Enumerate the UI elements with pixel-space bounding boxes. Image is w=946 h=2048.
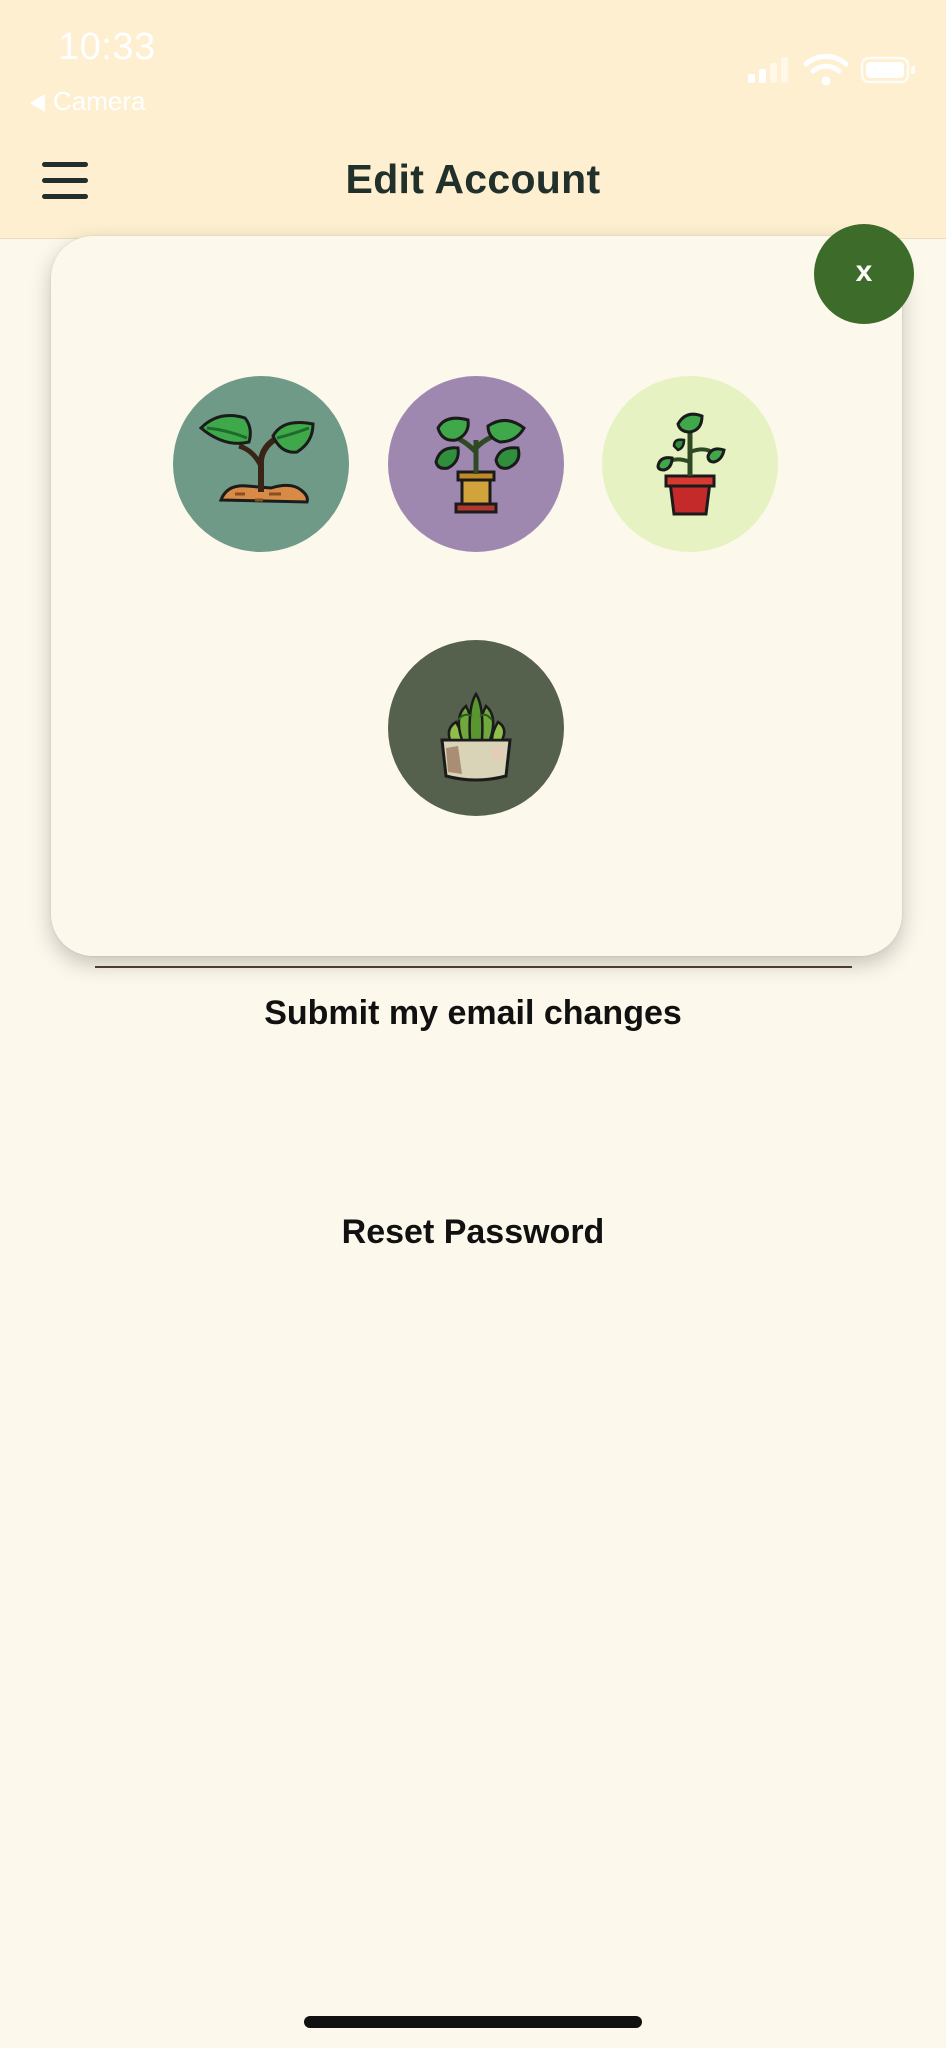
back-arrow-icon — [30, 94, 45, 113]
status-time: 10:33 — [58, 26, 156, 68]
page-title: Edit Account — [345, 156, 601, 202]
avatar-picker-modal — [51, 236, 902, 956]
succulent-pot-icon — [440, 691, 512, 782]
back-to-camera-link[interactable]: Camera — [30, 86, 145, 117]
app-header: 10:33 Camera Edit Account — [0, 0, 946, 239]
reset-password-button[interactable]: Reset Password — [0, 1213, 946, 1252]
submit-email-changes-button[interactable]: Submit my email changes — [0, 994, 946, 1033]
status-icons — [748, 52, 918, 88]
cellular-signal-icon — [748, 57, 788, 83]
back-label: Camera — [53, 86, 146, 116]
close-modal-button[interactable]: x — [814, 224, 914, 324]
avatar-option-succulent[interactable] — [388, 640, 564, 816]
sprout-in-soil-icon — [198, 414, 315, 504]
avatar-option-red-pot[interactable] — [602, 376, 778, 552]
red-pot-plant-icon — [656, 412, 726, 516]
avatar-option-sprout[interactable] — [173, 376, 349, 552]
avatar-option-leafy-plant[interactable] — [388, 376, 564, 552]
email-field-underline — [95, 966, 852, 968]
battery-icon — [860, 56, 915, 84]
wifi-icon — [803, 53, 849, 86]
potted-leafy-plant-icon — [434, 416, 526, 514]
home-indicator — [304, 2016, 642, 2028]
